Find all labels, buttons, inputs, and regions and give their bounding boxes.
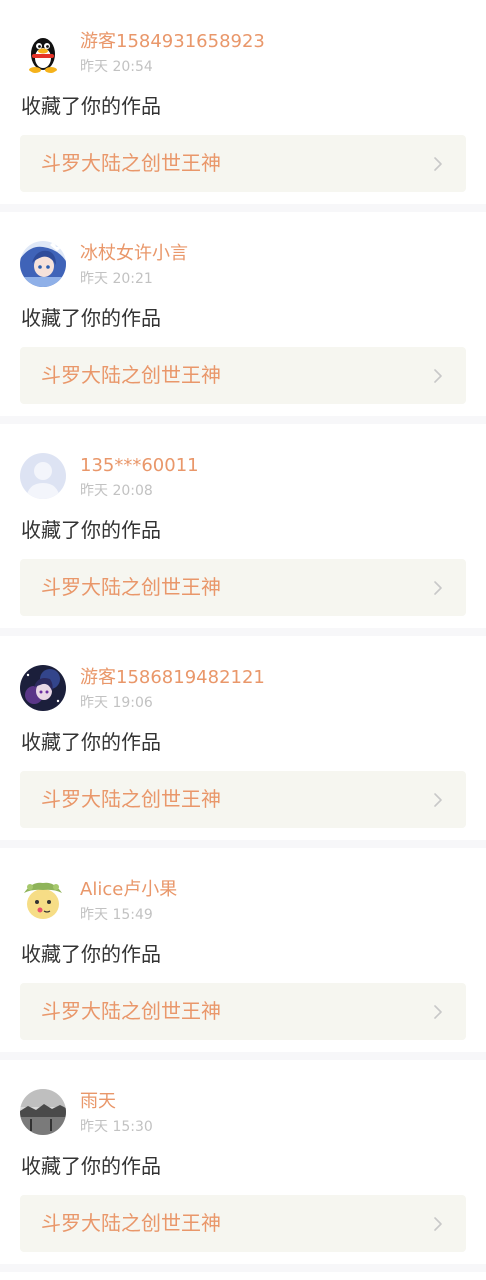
work-link-button[interactable]: 斗罗大陆之创世王神 (20, 347, 466, 404)
notification-card: 135***60011 昨天 20:08 收藏了你的作品 斗罗大陆之创世王神 (0, 424, 486, 628)
work-title: 斗罗大陆之创世王神 (41, 1211, 221, 1235)
action-text: 收藏了你的作品 (21, 518, 161, 542)
work-link-button[interactable]: 斗罗大陆之创世王神 (20, 771, 466, 828)
work-title: 斗罗大陆之创世王神 (41, 575, 221, 599)
work-title: 斗罗大陆之创世王神 (41, 151, 221, 175)
username[interactable]: 雨天 (80, 1091, 116, 1113)
timestamp: 昨天 15:30 (80, 1119, 153, 1135)
card-separator (0, 1264, 486, 1272)
timestamp: 昨天 20:21 (80, 271, 153, 287)
notification-card: 冰杖女许小言 昨天 20:21 收藏了你的作品 斗罗大陆之创世王神 (0, 212, 486, 416)
card-separator (0, 204, 486, 212)
card-separator (0, 628, 486, 636)
qq-penguin-avatar[interactable] (20, 29, 66, 75)
default-user-avatar[interactable] (20, 453, 66, 499)
timestamp: 昨天 20:08 (80, 483, 153, 499)
grayscale-photo-avatar[interactable] (20, 1089, 66, 1135)
cartoon-face-avatar[interactable] (20, 877, 66, 923)
work-title: 斗罗大陆之创世王神 (41, 363, 221, 387)
timestamp: 昨天 15:49 (80, 907, 153, 923)
card-separator (0, 1052, 486, 1060)
username[interactable]: 135***60011 (80, 455, 199, 477)
card-separator (0, 416, 486, 424)
timestamp: 昨天 19:06 (80, 695, 153, 711)
work-link-button[interactable]: 斗罗大陆之创世王神 (20, 135, 466, 192)
chevron-right-icon (434, 793, 442, 807)
card-separator (0, 840, 486, 848)
work-title: 斗罗大陆之创世王神 (41, 787, 221, 811)
notification-card: 游客1586819482121 昨天 19:06 收藏了你的作品 斗罗大陆之创世… (0, 636, 486, 840)
action-text: 收藏了你的作品 (21, 94, 161, 118)
chevron-right-icon (434, 581, 442, 595)
work-link-button[interactable]: 斗罗大陆之创世王神 (20, 983, 466, 1040)
notification-card: 游客1584931658923 昨天 20:54 收藏了你的作品 斗罗大陆之创世… (0, 0, 486, 204)
chevron-right-icon (434, 1005, 442, 1019)
chevron-right-icon (434, 369, 442, 383)
chevron-right-icon (434, 157, 442, 171)
work-link-button[interactable]: 斗罗大陆之创世王神 (20, 559, 466, 616)
username[interactable]: 冰杖女许小言 (80, 243, 188, 265)
chevron-right-icon (434, 1217, 442, 1231)
notification-feed: 游客1584931658923 昨天 20:54 收藏了你的作品 斗罗大陆之创世… (0, 0, 486, 1280)
work-link-button[interactable]: 斗罗大陆之创世王神 (20, 1195, 466, 1252)
action-text: 收藏了你的作品 (21, 1154, 161, 1178)
action-text: 收藏了你的作品 (21, 942, 161, 966)
anime-girl-avatar[interactable] (20, 241, 66, 287)
work-title: 斗罗大陆之创世王神 (41, 999, 221, 1023)
anime-dark-avatar[interactable] (20, 665, 66, 711)
action-text: 收藏了你的作品 (21, 730, 161, 754)
username[interactable]: 游客1584931658923 (80, 31, 265, 53)
timestamp: 昨天 20:54 (80, 59, 153, 75)
notification-card: Alice卢小果 昨天 15:49 收藏了你的作品 斗罗大陆之创世王神 (0, 848, 486, 1052)
action-text: 收藏了你的作品 (21, 306, 161, 330)
notification-card: 雨天 昨天 15:30 收藏了你的作品 斗罗大陆之创世王神 (0, 1060, 486, 1264)
username[interactable]: 游客1586819482121 (80, 667, 265, 689)
username[interactable]: Alice卢小果 (80, 879, 177, 901)
